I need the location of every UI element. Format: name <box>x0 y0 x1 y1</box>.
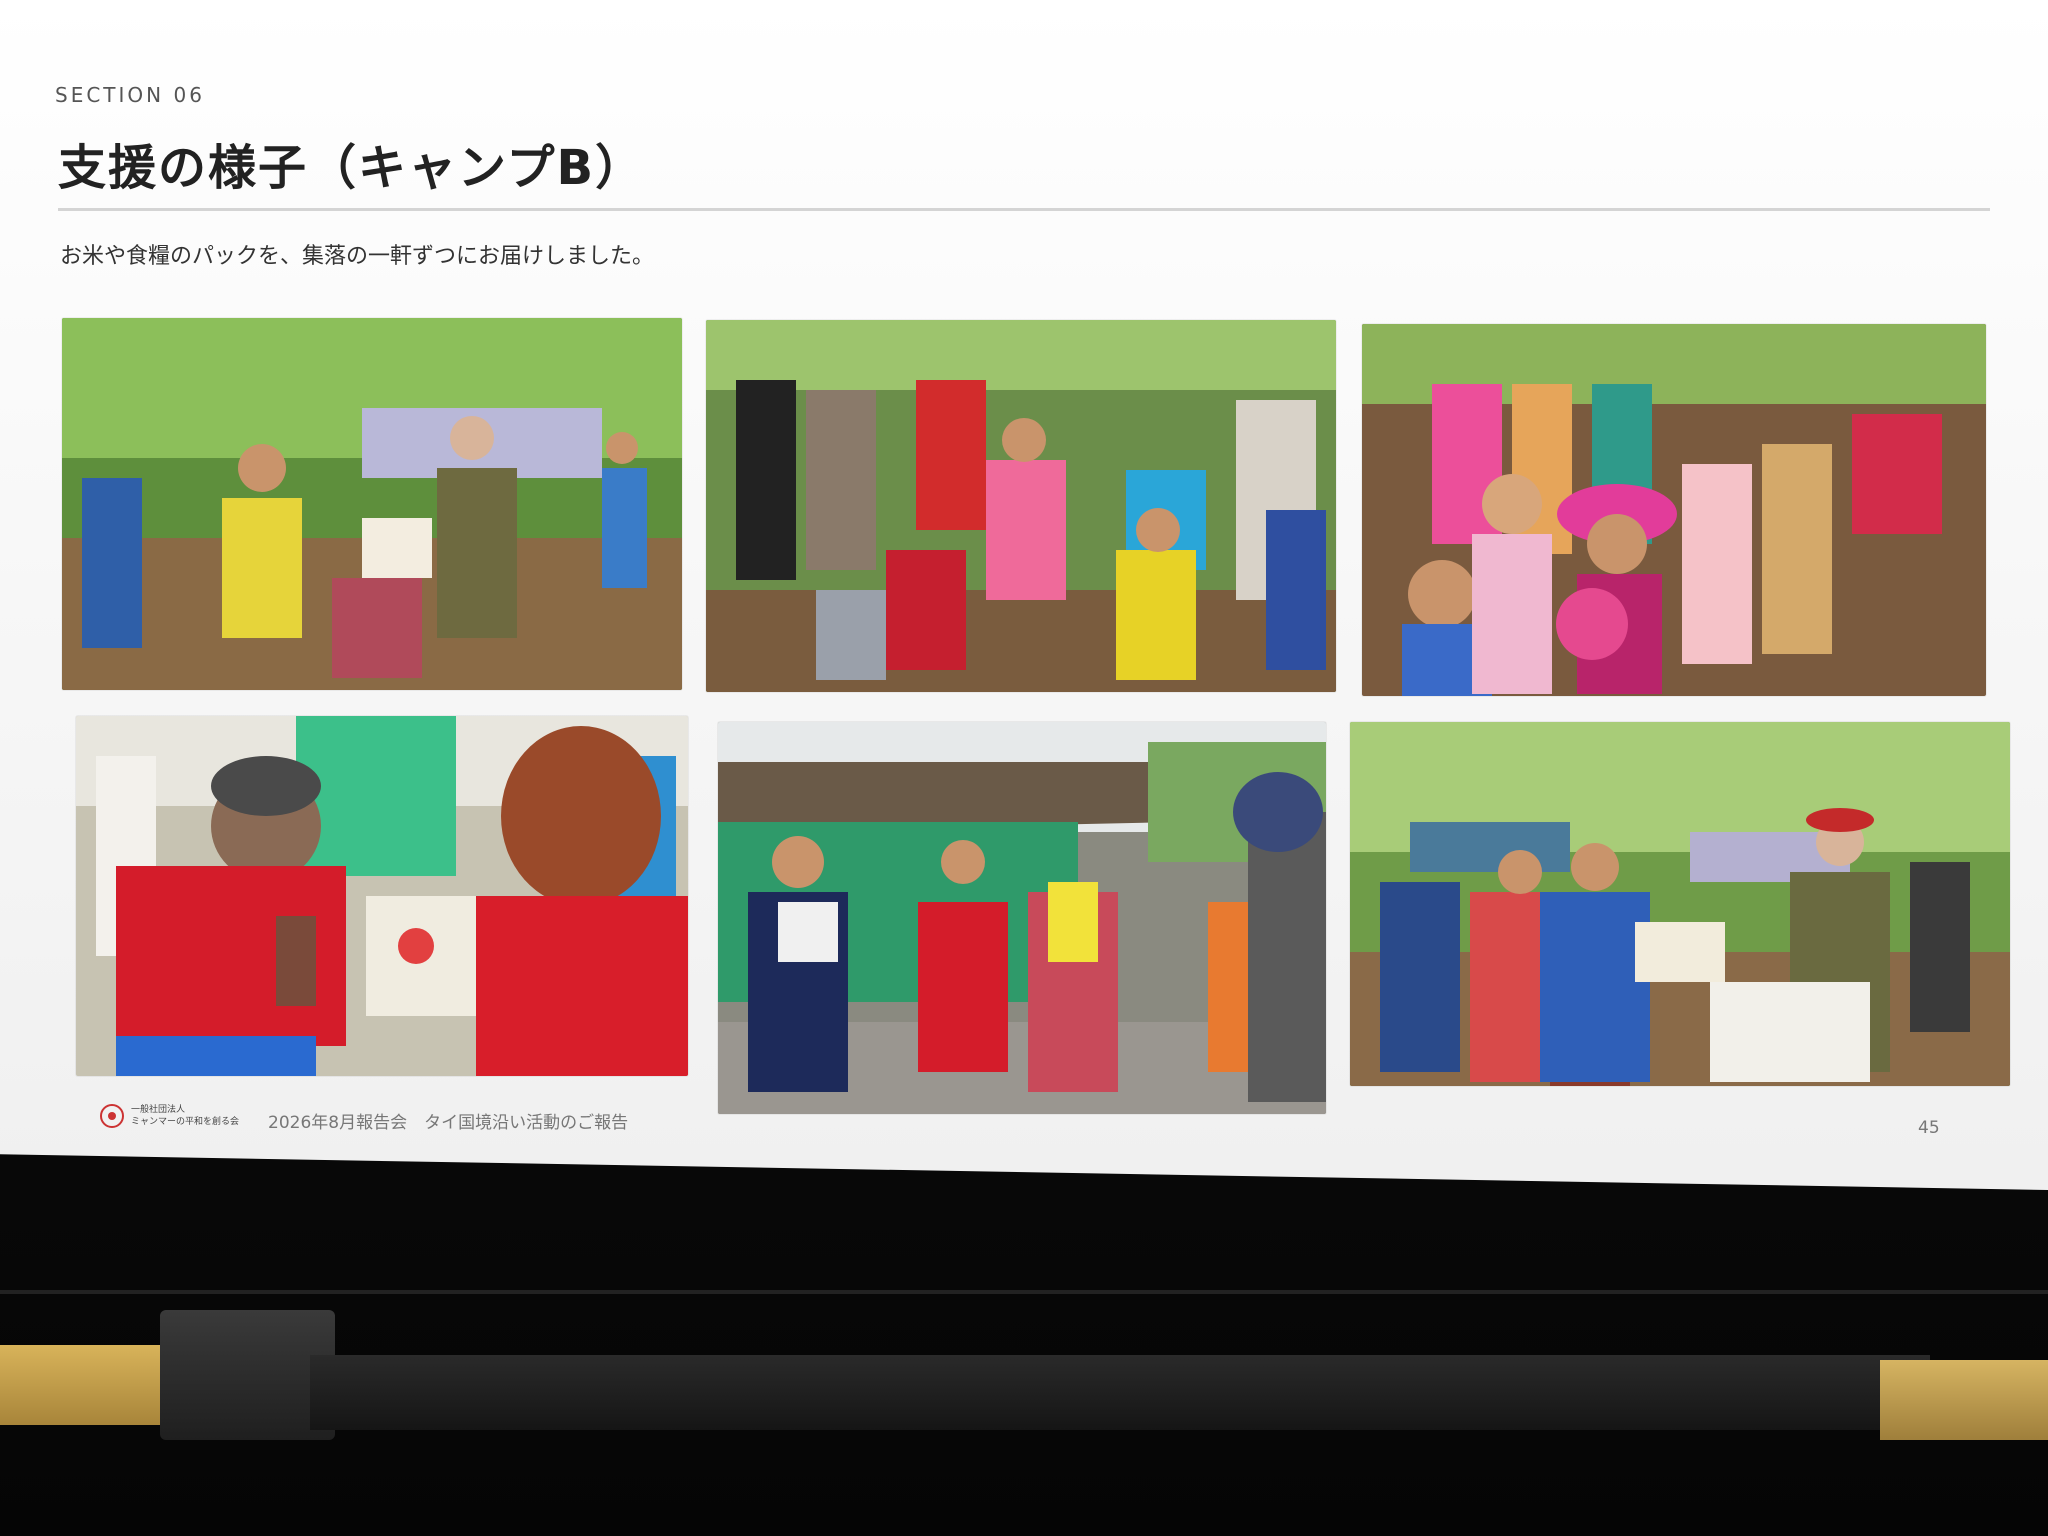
footer-org-line2: ミャンマーの平和を創る会 <box>131 1117 240 1127</box>
footer-report-title: 2026年8月報告会 タイ国境沿い活動のご報告 <box>268 1113 629 1133</box>
photo-elder-receiving-pack <box>76 716 688 1076</box>
monitor-foot <box>160 1310 335 1440</box>
photo-image <box>76 716 688 1076</box>
slide-screen: SECTION 06 支援の様子（キャンプB） お米や食糧のパックを、集落の一軒… <box>0 0 2048 1190</box>
photo-image <box>1350 722 2010 1086</box>
page-number: 45 <box>1918 1118 1940 1138</box>
photo-image <box>718 722 1326 1114</box>
title-divider <box>58 208 1990 211</box>
photo-image <box>1362 324 1986 696</box>
photo-children-crowd <box>1362 324 1986 696</box>
photo-image <box>62 318 682 690</box>
slide-subtitle: お米や食糧のパックを、集落の一軒ずつにお届けしました。 <box>60 244 655 269</box>
photo-crowd-families <box>706 320 1336 692</box>
screen-bottom-edge <box>0 1290 2048 1294</box>
desk-surface-left <box>0 1345 170 1425</box>
footer-org-line1: 一般社団法人 <box>131 1105 186 1115</box>
organization-logo-icon <box>100 1104 124 1128</box>
footer-organization: 一般社団法人 ミャンマーの平和を創る会 <box>131 1104 251 1128</box>
desk-surface-right <box>1880 1360 2048 1440</box>
photo-aid-handover-outdoor <box>62 318 682 690</box>
photo-distribution-line <box>1350 722 2010 1086</box>
photo-image <box>706 320 1336 692</box>
section-label: SECTION 06 <box>55 83 205 107</box>
slide-title: 支援の様子（キャンプB） <box>58 140 646 196</box>
photo-villagers-by-hut <box>718 722 1326 1114</box>
monitor-stand-bar <box>310 1355 1930 1430</box>
